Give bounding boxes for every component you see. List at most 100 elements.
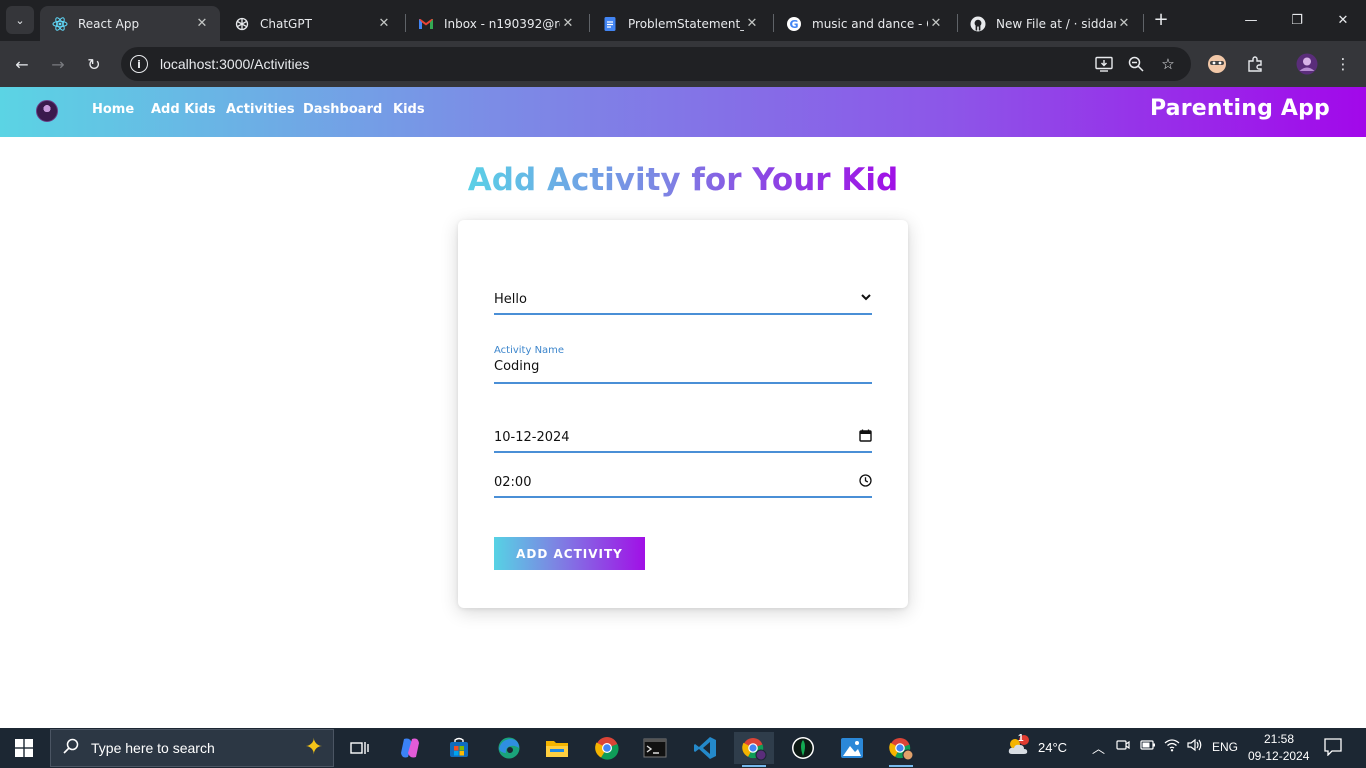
tab-react-app[interactable]: React App ✕ <box>40 6 220 41</box>
tab-title: React App <box>78 16 140 31</box>
tab-problem-statement[interactable]: ProblemStatement_III ✕ <box>590 6 770 41</box>
reload-icon[interactable]: ↻ <box>80 50 108 78</box>
tab-title: New File at / · siddard <box>996 16 1116 31</box>
install-app-icon[interactable] <box>1095 55 1113 73</box>
close-icon[interactable]: ✕ <box>560 16 576 31</box>
google-icon: G <box>786 16 802 32</box>
address-url[interactable]: localhost:3000/Activities <box>160 56 309 72</box>
tab-separator <box>773 14 774 32</box>
tab-separator <box>1143 14 1144 32</box>
copilot-icon[interactable] <box>390 732 430 764</box>
nav-link-home[interactable]: Home <box>92 102 134 117</box>
activity-name-label: Activity Name <box>494 345 565 356</box>
app-logo-avatar[interactable] <box>36 100 58 122</box>
tab-separator <box>957 14 958 32</box>
tab-title: Inbox - n190392@rgu <box>444 16 560 31</box>
restore-icon[interactable]: ❐ <box>1274 0 1320 40</box>
gmail-icon <box>418 16 434 32</box>
meet-now-icon[interactable] <box>1116 738 1130 756</box>
tab-search-chevron-icon[interactable]: ⌄ <box>6 6 34 34</box>
clock-time[interactable]: 21:58 <box>1264 732 1294 746</box>
input-language[interactable]: ENG <box>1212 740 1238 754</box>
windows-taskbar: Type here to search ✦ 1 24°C ︿ ENG 21:58… <box>0 728 1366 768</box>
nav-link-activities[interactable]: Activities <box>226 102 295 117</box>
mongodb-compass-icon[interactable] <box>783 732 823 764</box>
close-icon[interactable]: ✕ <box>744 16 760 31</box>
tab-chatgpt[interactable]: ChatGPT ✕ <box>222 6 402 41</box>
microsoft-store-icon[interactable] <box>439 732 479 764</box>
weather-badge-count: 1 <box>1018 733 1024 744</box>
app-brand-title: Parenting App <box>1149 96 1330 121</box>
search-placeholder: Type here to search <box>91 740 215 756</box>
docs-icon <box>602 16 618 32</box>
clock-date[interactable]: 09-12-2024 <box>1248 749 1309 763</box>
kid-select[interactable]: Hello <box>494 290 872 315</box>
more-menu-icon[interactable]: ⋮ <box>1331 52 1355 76</box>
windows-start-icon[interactable] <box>0 728 48 768</box>
edge-browser-icon[interactable] <box>489 732 529 764</box>
close-icon[interactable]: ✕ <box>1116 16 1132 31</box>
chevron-up-icon[interactable]: ︿ <box>1092 738 1105 757</box>
tab-title: ProblemStatement_III <box>628 16 744 31</box>
window-close-icon[interactable]: ✕ <box>1320 0 1366 40</box>
tab-title: ChatGPT <box>260 16 312 31</box>
add-activity-button[interactable]: ADD ACTIVITY <box>494 537 645 570</box>
app-navbar: Home Add Kids Activities Dashboard Kids … <box>0 87 1366 137</box>
site-info-icon[interactable]: i <box>130 55 148 73</box>
forward-arrow-icon[interactable]: → <box>44 50 72 78</box>
chatgpt-icon <box>234 16 250 32</box>
add-activity-form: Hello Activity Name Coding 10-12-2024 02… <box>458 220 908 608</box>
notification-center-icon[interactable] <box>1324 738 1342 760</box>
taskbar-search-box[interactable]: Type here to search ✦ <box>50 729 334 767</box>
page-title-text: Add Activity for Your Kid <box>467 162 899 198</box>
activity-name-field[interactable]: Activity Name Coding <box>494 345 872 384</box>
vscode-icon[interactable] <box>685 732 725 764</box>
chrome-icon[interactable] <box>587 732 627 764</box>
tab-github[interactable]: New File at / · siddard ✕ <box>958 6 1142 41</box>
file-explorer-icon[interactable] <box>537 732 577 764</box>
chrome-profile-icon[interactable] <box>734 732 774 767</box>
calendar-icon[interactable] <box>859 429 872 445</box>
nav-link-kids[interactable]: Kids <box>393 102 425 117</box>
new-tab-plus-icon[interactable]: + <box>1150 9 1172 31</box>
profile-avatar-icon[interactable] <box>1295 52 1319 76</box>
clock-icon[interactable] <box>859 474 872 490</box>
tab-google-search[interactable]: G music and dance - Go ✕ <box>774 6 954 41</box>
chevron-down-icon <box>860 291 872 306</box>
nav-link-add-kids[interactable]: Add Kids <box>151 102 216 117</box>
search-icon <box>63 738 81 758</box>
back-arrow-icon[interactable]: ← <box>8 50 36 78</box>
react-icon <box>52 16 68 32</box>
address-bar[interactable]: i localhost:3000/Activities ☆ <box>121 47 1191 81</box>
page-title: Add Activity for Your Kid <box>0 162 1366 198</box>
date-value: 10-12-2024 <box>494 430 570 445</box>
time-value: 02:00 <box>494 475 532 490</box>
extension-avatar-icon[interactable] <box>1205 52 1229 76</box>
close-icon[interactable]: ✕ <box>376 16 392 31</box>
nav-link-dashboard[interactable]: Dashboard <box>303 102 382 117</box>
photos-icon[interactable] <box>832 732 872 764</box>
svg-text:G: G <box>789 18 798 31</box>
battery-icon[interactable] <box>1140 738 1156 756</box>
terminal-icon[interactable] <box>635 732 675 764</box>
bookmark-star-icon[interactable]: ☆ <box>1159 55 1177 73</box>
minimize-icon[interactable]: — <box>1228 0 1274 40</box>
sparkle-icon: ✦ <box>304 735 323 760</box>
chrome-second-profile-icon[interactable] <box>881 732 921 767</box>
extensions-puzzle-icon[interactable] <box>1243 52 1267 76</box>
wifi-icon[interactable] <box>1164 738 1180 756</box>
close-icon[interactable]: ✕ <box>194 16 210 31</box>
volume-icon[interactable] <box>1187 738 1203 756</box>
task-view-icon[interactable] <box>340 732 380 764</box>
github-icon <box>970 16 986 32</box>
time-field[interactable]: 02:00 <box>494 473 872 498</box>
tab-separator <box>589 14 590 32</box>
tab-gmail-inbox[interactable]: Inbox - n190392@rgu ✕ <box>406 6 586 41</box>
zoom-icon[interactable] <box>1127 55 1145 73</box>
date-field[interactable]: 10-12-2024 <box>494 428 872 453</box>
browser-tab-strip: ⌄ React App ✕ ChatGPT ✕ Inbox - n190392@… <box>0 0 1366 41</box>
kid-select-value: Hello <box>494 292 527 307</box>
close-icon[interactable]: ✕ <box>928 16 944 31</box>
weather-temperature[interactable]: 24°C <box>1038 740 1067 755</box>
browser-toolbar: ← → ↻ i localhost:3000/Activities ☆ ⋮ <box>0 41 1366 87</box>
